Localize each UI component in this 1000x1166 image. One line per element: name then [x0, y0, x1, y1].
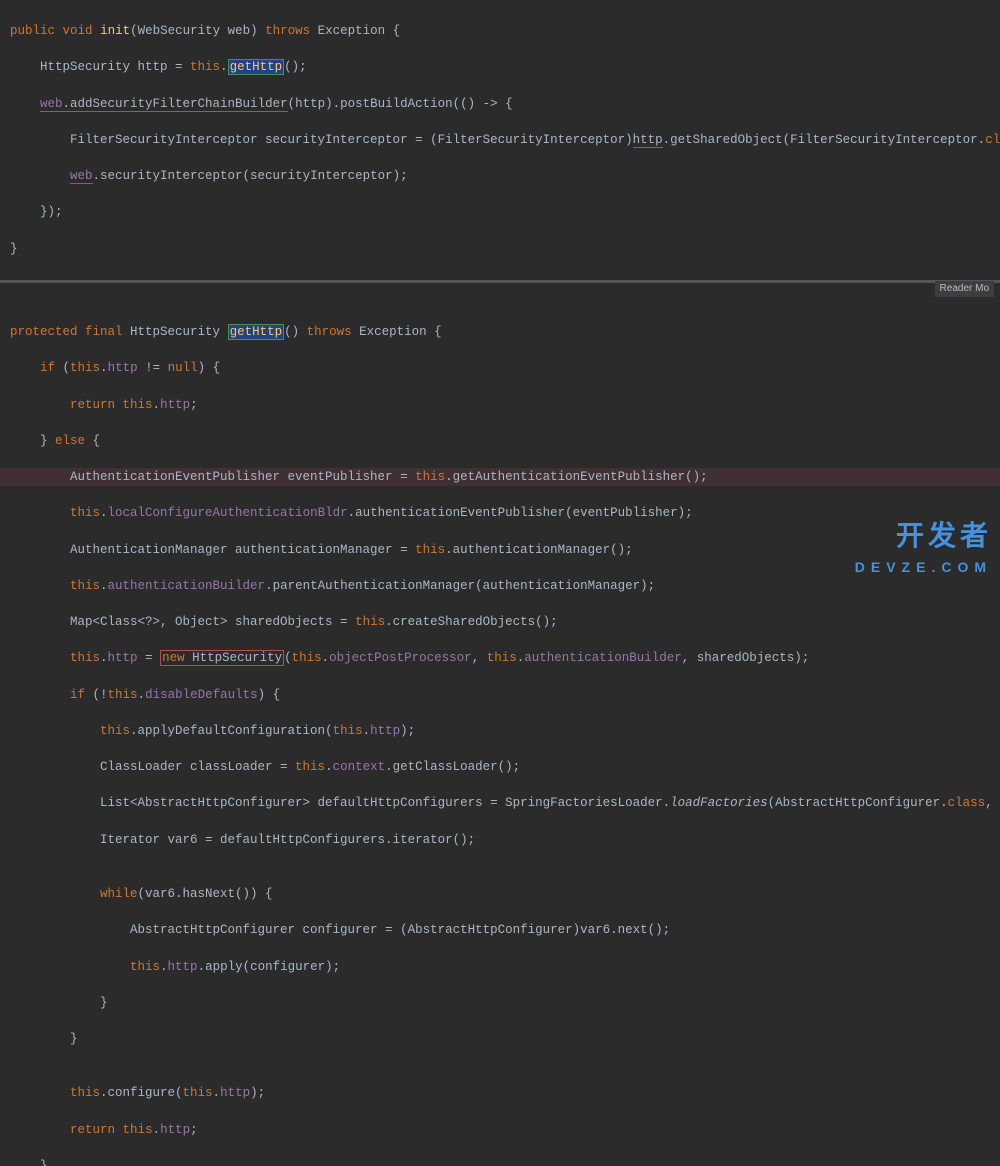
- code-line: this.http.apply(configurer);: [10, 958, 1000, 976]
- code-line: web.securityInterceptor(securityIntercep…: [10, 167, 1000, 185]
- code-line: this.authenticationBuilder.parentAuthent…: [10, 577, 1000, 595]
- code-line: } else {: [10, 432, 1000, 450]
- underline-http: http: [633, 133, 663, 148]
- highlight-getHttp: getHttp: [228, 324, 285, 340]
- code-line: this.localConfigureAuthenticationBldr.au…: [10, 504, 1000, 522]
- code-line: }: [10, 994, 1000, 1012]
- underline-web: web: [70, 169, 93, 184]
- code-line: Map<Class<?>, Object> sharedObjects = th…: [10, 613, 1000, 631]
- code-editor-top[interactable]: public void init(WebSecurity web) throws…: [0, 0, 1000, 283]
- code-line: return this.http;: [10, 396, 1000, 414]
- underline-web: web.addSecurityFilterChainBuilder: [40, 97, 288, 112]
- code-line: AbstractHttpConfigurer configurer = (Abs…: [10, 921, 1000, 939]
- code-line: public void init(WebSecurity web) throws…: [10, 22, 1000, 40]
- code-line: HttpSecurity http = this.getHttp();: [10, 58, 1000, 76]
- code-line: Iterator var6 = defaultHttpConfigurers.i…: [10, 831, 1000, 849]
- code-editor-bottom[interactable]: Reader Mo protected final HttpSecurity g…: [0, 283, 1000, 1166]
- code-line: FilterSecurityInterceptor securityInterc…: [10, 131, 1000, 149]
- code-line-highlighted: AuthenticationEventPublisher eventPublis…: [0, 468, 1000, 486]
- code-line: });: [10, 203, 1000, 221]
- highlight-getHttp: getHttp: [228, 59, 285, 75]
- code-line: protected final HttpSecurity getHttp() t…: [10, 323, 1000, 341]
- code-line: List<AbstractHttpConfigurer> defaultHttp…: [10, 794, 1000, 812]
- reader-mode-badge[interactable]: Reader Mo: [935, 281, 994, 298]
- code-line: }: [10, 240, 1000, 258]
- code-line: web.addSecurityFilterChainBuilder(http).…: [10, 95, 1000, 113]
- code-line: ClassLoader classLoader = this.context.g…: [10, 758, 1000, 776]
- code-line: this.http = new HttpSecurity(this.object…: [10, 649, 1000, 667]
- code-line: }: [10, 1157, 1000, 1166]
- code-line: return this.http;: [10, 1121, 1000, 1139]
- code-line: if (this.http != null) {: [10, 359, 1000, 377]
- code-line: while(var6.hasNext()) {: [10, 885, 1000, 903]
- code-line: }: [10, 1030, 1000, 1048]
- box-new-httpsecurity: new HttpSecurity: [160, 650, 284, 666]
- code-line: if (!this.disableDefaults) {: [10, 686, 1000, 704]
- code-line: AuthenticationManager authenticationMana…: [10, 541, 1000, 559]
- code-line: this.configure(this.http);: [10, 1084, 1000, 1102]
- code-line: this.applyDefaultConfiguration(this.http…: [10, 722, 1000, 740]
